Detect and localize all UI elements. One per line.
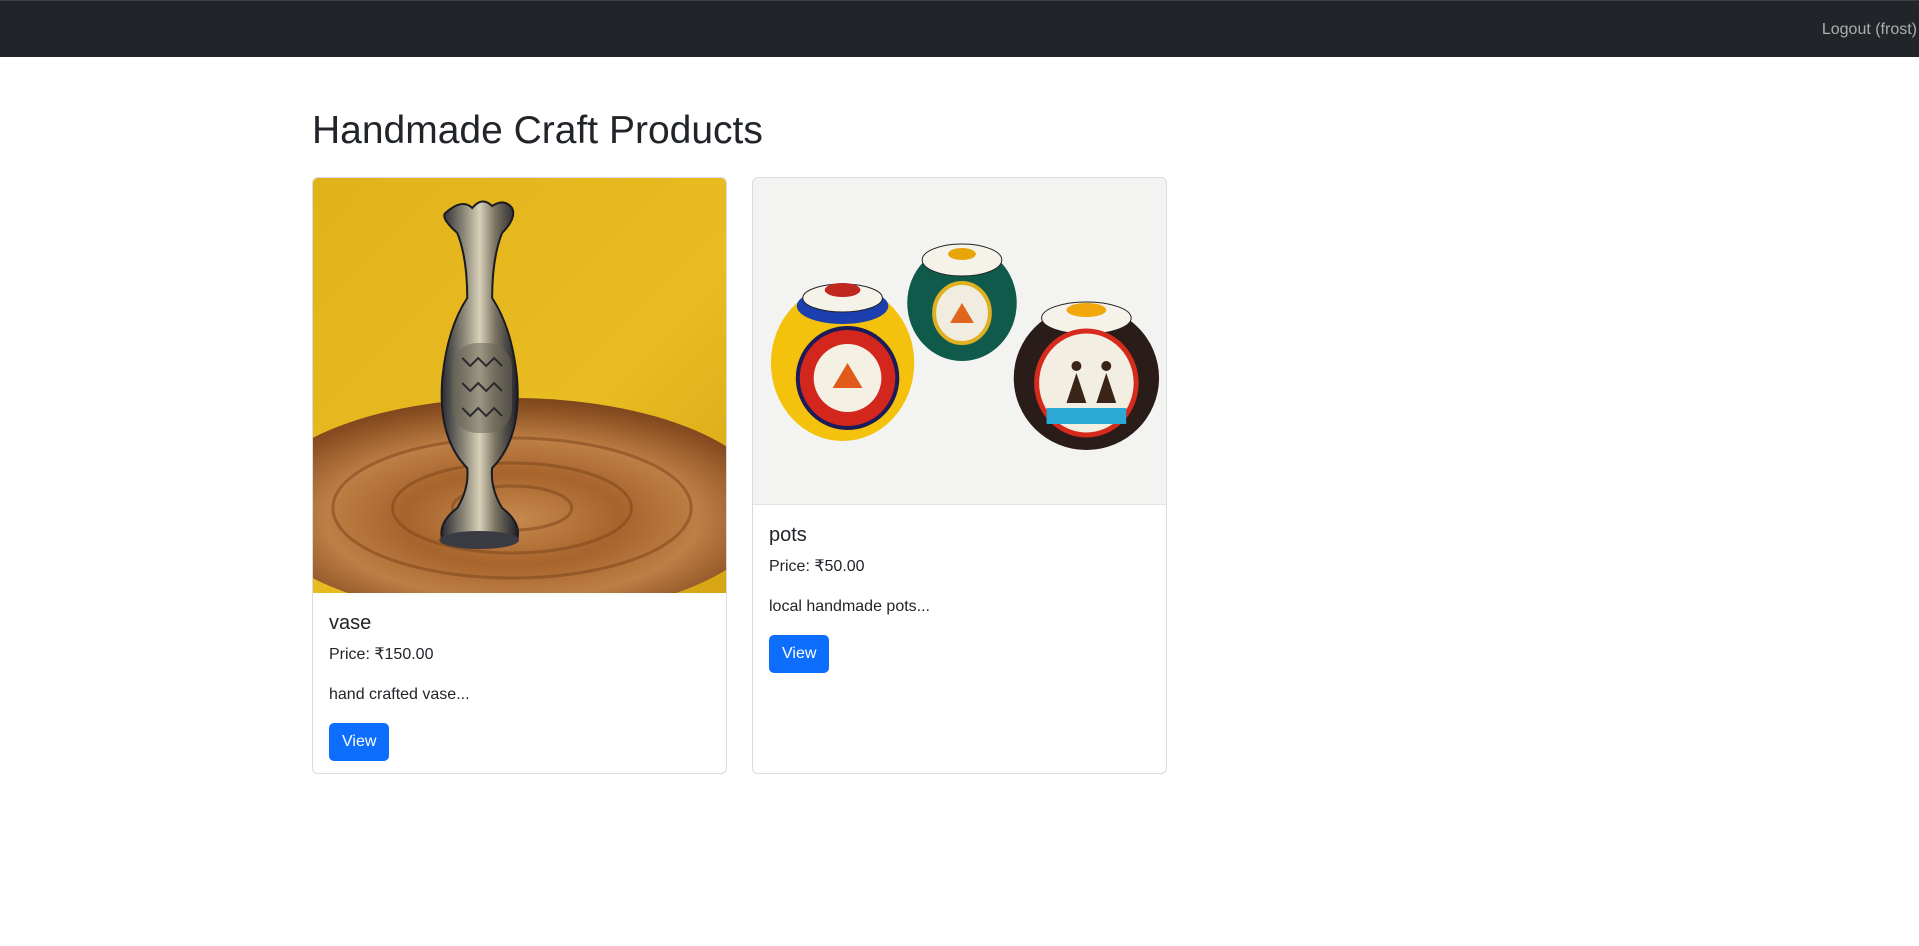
product-description: local handmade pots...: [769, 598, 930, 615]
logout-link[interactable]: Logout (frost): [1822, 21, 1917, 39]
product-name: pots: [769, 524, 807, 546]
product-price: Price: ₹50.00: [769, 558, 865, 575]
product-name: vase: [329, 612, 372, 634]
product-description: hand crafted vase...: [329, 686, 470, 703]
product-image-pots: [753, 178, 1166, 505]
product-image-vase: [313, 178, 726, 593]
page-title: Handmade Craft Products: [312, 109, 763, 152]
product-card-pots: pots Price: ₹50.00 local handmade pots..…: [752, 177, 1167, 774]
product-card-body: pots Price: ₹50.00 local handmade pots..…: [753, 523, 1166, 673]
view-vase-button[interactable]: View: [329, 723, 390, 761]
product-card-vase: vase Price: ₹150.00 hand crafted vase...…: [312, 177, 727, 774]
view-pots-button[interactable]: View: [769, 635, 830, 673]
top-navbar: Logout (frost): [0, 0, 1919, 57]
product-card-body: vase Price: ₹150.00 hand crafted vase...…: [313, 611, 726, 761]
product-price: Price: ₹150.00: [329, 646, 434, 663]
